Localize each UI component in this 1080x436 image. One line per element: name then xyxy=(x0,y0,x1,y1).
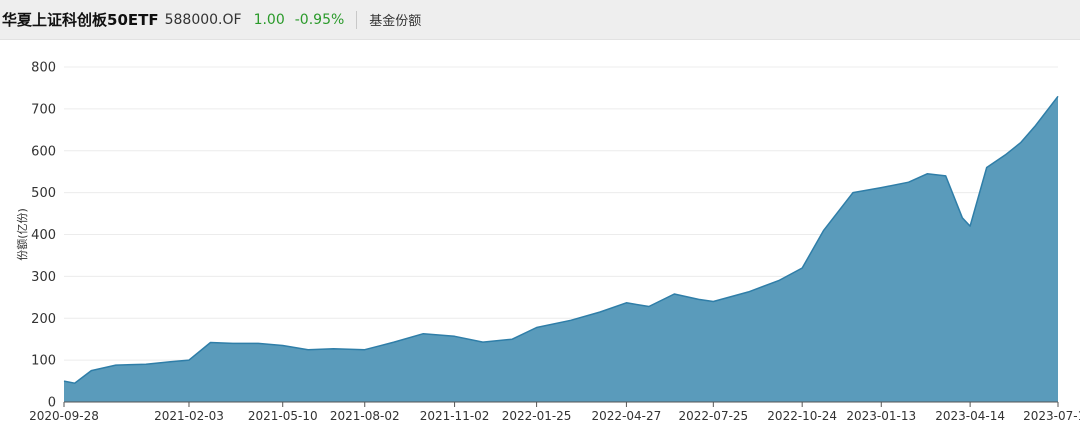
fund-change: -0.95% xyxy=(294,11,345,28)
x-tick-label: 2022-10-24 xyxy=(767,409,837,423)
fund-name: 华夏上证科创板50ETF xyxy=(2,11,159,29)
y-tick-label: 100 xyxy=(31,354,56,369)
x-tick-label: 2023-01-13 xyxy=(846,409,916,423)
y-axis-title: 份额(亿份) xyxy=(16,208,29,261)
x-tick-label: 2023-07-13 xyxy=(1023,409,1080,423)
fund-price: 1.00 xyxy=(253,11,285,28)
x-tick-label: 2022-07-25 xyxy=(678,409,748,423)
series-area-fill xyxy=(64,96,1058,403)
fund-share-chart: 0100200300400500600700800 2020-09-28 2021… xyxy=(16,61,1080,424)
x-tick-label: 2021-11-02 xyxy=(420,409,490,423)
x-tick-label: 2020-09-28 xyxy=(29,409,99,423)
x-axis: 2020-09-28 2021-02-03 2021-05-10 2021-08-02… xyxy=(29,401,1080,423)
x-tick-label: 2021-05-10 xyxy=(248,409,318,423)
header-divider xyxy=(356,10,358,29)
y-tick-label: 600 xyxy=(31,144,56,159)
x-tick-label: 2022-04-27 xyxy=(592,409,662,423)
y-axis: 0100200300400500600700800 xyxy=(31,61,56,411)
x-tick-label: 2021-02-03 xyxy=(154,409,224,423)
x-tick-label: 2022-01-25 xyxy=(502,409,572,423)
metric-label[interactable]: 基金份额 xyxy=(369,10,421,29)
y-tick-label: 700 xyxy=(31,102,56,117)
y-tick-label: 800 xyxy=(31,61,56,76)
fund-code: 588000.OF xyxy=(164,11,242,28)
y-tick-label: 500 xyxy=(31,186,56,201)
y-tick-label: 400 xyxy=(31,228,56,243)
fund-header: 华夏上证科创板50ETF 588000.OF 1.00 -0.95% 基金份额 xyxy=(0,0,1080,40)
y-tick-label: 300 xyxy=(31,270,56,285)
x-tick-label: 2021-08-02 xyxy=(330,409,400,423)
y-tick-label: 200 xyxy=(31,312,56,327)
x-tick-label: 2023-04-14 xyxy=(935,409,1005,423)
